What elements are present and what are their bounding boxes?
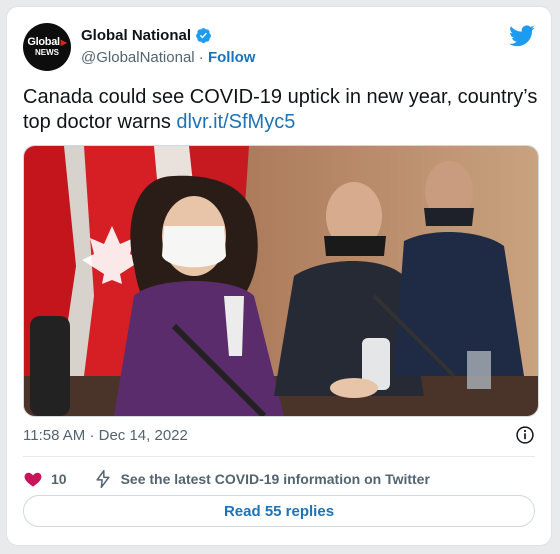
heart-icon[interactable] [23,469,43,489]
tweet-card: Global▶ NEWS Global National @GlobalNati… [6,6,552,546]
timestamp-separator: · [89,427,95,444]
follow-link[interactable]: Follow [208,49,256,66]
author-name[interactable]: Global National [81,27,191,44]
read-replies-button[interactable]: Read 55 replies [23,495,535,527]
handle-separator: · [198,49,204,66]
covid-info-link[interactable]: See the latest COVID-19 information on T… [121,471,430,487]
twitter-bird-icon[interactable] [509,25,535,47]
author-name-row: Global National [81,27,212,44]
tweet-time[interactable]: 11:58 AM [23,427,85,444]
tweet-link[interactable]: dlvr.it/SfMyc5 [176,111,295,133]
avatar-logo-text: Global [27,36,60,48]
timestamp-row: 11:58 AM · Dec 14, 2022 [23,427,188,444]
tweet-date[interactable]: Dec 14, 2022 [99,427,188,444]
like-count[interactable]: 10 [51,471,67,487]
verified-badge-icon [196,28,211,44]
info-icon[interactable] [515,425,535,445]
divider [23,456,535,457]
avatar[interactable]: Global▶ NEWS [23,23,71,71]
tweet-text: Canada could see COVID-19 uptick in new … [23,85,543,135]
play-icon: ▶ [60,38,67,47]
actions-row: 10 See the latest COVID-19 information o… [23,467,430,491]
avatar-logo-subtext: NEWS [35,48,59,57]
author-handle[interactable]: @GlobalNational [81,49,195,66]
tweet-photo[interactable] [23,145,539,417]
handle-row: @GlobalNational · Follow [81,49,255,66]
photo-illustration [24,146,538,416]
lightning-icon [95,469,110,489]
